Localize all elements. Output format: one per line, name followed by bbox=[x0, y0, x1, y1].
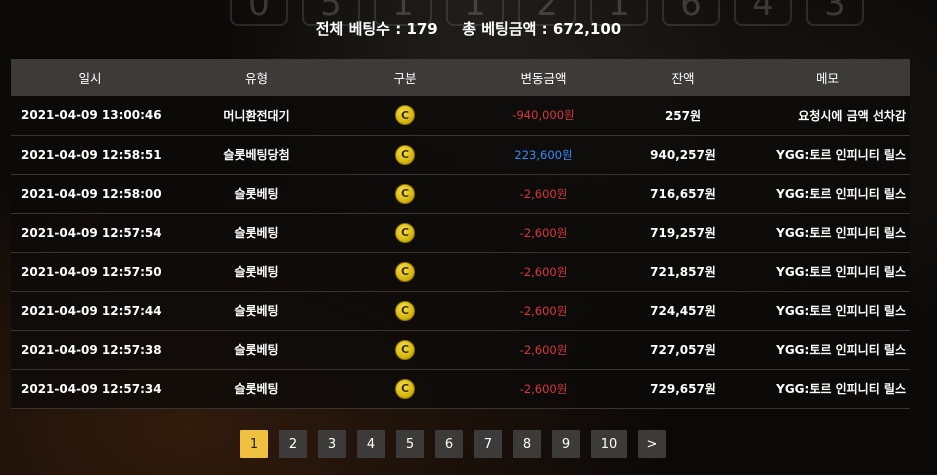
row-memo: YGG:토르 인피니티 릴스 bbox=[776, 343, 906, 357]
row-type: 슬롯베팅 bbox=[234, 304, 279, 318]
row-amount: -2,600원 bbox=[519, 225, 568, 240]
row-balance: 940,257원 bbox=[650, 148, 716, 162]
money-history-table: 일시 유형 구분 변동금액 잔액 메모 2021-04-09 13:00:46 … bbox=[11, 59, 910, 409]
table-header-row: 일시 유형 구분 변동금액 잔액 메모 bbox=[11, 59, 910, 96]
row-memo: YGG:토르 인피니티 릴스 bbox=[776, 265, 906, 279]
coin-icon: C bbox=[395, 261, 415, 282]
table-row: 2021-04-09 12:57:38 슬롯베팅 C -2,600원 727,0… bbox=[11, 330, 910, 369]
next-page-button[interactable]: > bbox=[638, 430, 666, 458]
row-datetime: 2021-04-09 12:58:51 bbox=[21, 147, 162, 162]
page-button-9[interactable]: 9 bbox=[552, 430, 580, 458]
row-type: 슬롯베팅 bbox=[234, 226, 279, 240]
table-row: 2021-04-09 12:58:51 슬롯베팅당첨 C 223,600원 94… bbox=[11, 135, 910, 174]
row-amount: -940,000원 bbox=[512, 108, 575, 123]
coin-icon: C bbox=[395, 339, 415, 360]
header-type: 유형 bbox=[244, 71, 268, 86]
page-button-3[interactable]: 3 bbox=[318, 430, 346, 458]
coin-icon: C bbox=[395, 144, 415, 165]
row-category: C bbox=[344, 135, 466, 174]
row-memo: YGG:토르 인피니티 릴스 bbox=[776, 382, 906, 396]
betting-summary: 전체 베팅수 : 179 총 베팅금액 : 672,100 bbox=[0, 18, 937, 39]
row-amount: -2,600원 bbox=[519, 342, 568, 357]
row-datetime: 2021-04-09 12:57:38 bbox=[21, 342, 162, 357]
coin-icon: C bbox=[395, 183, 415, 204]
row-type: 머니환전대기 bbox=[223, 108, 290, 123]
row-category: C bbox=[344, 96, 466, 135]
row-memo: YGG:토르 인피니티 릴스 bbox=[776, 187, 906, 201]
row-category: C bbox=[344, 330, 466, 369]
page-button-1[interactable]: 1 bbox=[240, 430, 268, 458]
bet-count-label: 전체 베팅수 : bbox=[315, 20, 402, 38]
bet-total-label: 총 베팅금액 : bbox=[462, 20, 548, 38]
coin-icon: C bbox=[395, 105, 415, 126]
row-category: C bbox=[344, 174, 466, 213]
header-datetime: 일시 bbox=[78, 71, 102, 86]
row-balance: 724,457원 bbox=[650, 304, 716, 318]
row-memo: YGG:토르 인피니티 릴스 bbox=[776, 148, 906, 162]
coin-icon: C bbox=[395, 378, 415, 399]
header-amount-change: 변동금액 bbox=[520, 71, 567, 86]
table-row: 2021-04-09 12:57:54 슬롯베팅 C -2,600원 719,2… bbox=[11, 213, 910, 252]
row-type: 슬롯베팅당첨 bbox=[223, 148, 290, 162]
row-datetime: 2021-04-09 13:00:46 bbox=[21, 108, 162, 123]
header-balance: 잔액 bbox=[671, 71, 695, 86]
row-category: C bbox=[344, 291, 466, 330]
row-memo: 요청시에 금액 선차감 bbox=[798, 108, 906, 123]
page-button-4[interactable]: 4 bbox=[357, 430, 385, 458]
row-datetime: 2021-04-09 12:57:34 bbox=[21, 381, 162, 396]
header-category: 구분 bbox=[393, 71, 417, 86]
row-category: C bbox=[344, 369, 466, 408]
header-memo: 메모 bbox=[815, 71, 839, 86]
table-row: 2021-04-09 12:57:50 슬롯베팅 C -2,600원 721,8… bbox=[11, 252, 910, 291]
page-button-5[interactable]: 5 bbox=[396, 430, 424, 458]
table-row: 2021-04-09 13:00:46 머니환전대기 C -940,000원 2… bbox=[11, 96, 910, 135]
row-amount: -2,600원 bbox=[519, 303, 568, 318]
row-balance: 729,657원 bbox=[650, 382, 716, 396]
table-row: 2021-04-09 12:57:44 슬롯베팅 C -2,600원 724,4… bbox=[11, 291, 910, 330]
bet-count-value: 179 bbox=[406, 20, 438, 38]
row-amount: -2,600원 bbox=[519, 264, 568, 279]
table-row: 2021-04-09 12:58:00 슬롯베팅 C -2,600원 716,6… bbox=[11, 174, 910, 213]
row-category: C bbox=[344, 252, 466, 291]
row-type: 슬롯베팅 bbox=[234, 265, 279, 279]
pagination: 1 2 3 4 5 6 7 8 9 10 > bbox=[240, 430, 666, 458]
page-button-10[interactable]: 10 bbox=[591, 430, 627, 458]
row-balance: 257원 bbox=[664, 108, 702, 123]
row-balance: 716,657원 bbox=[650, 187, 716, 201]
row-amount: 223,600원 bbox=[514, 147, 573, 162]
row-datetime: 2021-04-09 12:57:54 bbox=[21, 225, 162, 240]
row-type: 슬롯베팅 bbox=[234, 382, 279, 396]
coin-icon: C bbox=[395, 222, 415, 243]
row-memo: YGG:토르 인피니티 릴스 bbox=[776, 304, 906, 318]
row-amount: -2,600원 bbox=[519, 381, 568, 396]
row-balance: 721,857원 bbox=[650, 265, 716, 279]
coin-icon: C bbox=[395, 300, 415, 321]
row-balance: 719,257원 bbox=[650, 226, 716, 240]
row-datetime: 2021-04-09 12:57:44 bbox=[21, 303, 162, 318]
row-memo: YGG:토르 인피니티 릴스 bbox=[776, 226, 906, 240]
page-button-2[interactable]: 2 bbox=[279, 430, 307, 458]
row-type: 슬롯베팅 bbox=[234, 343, 279, 357]
row-balance: 727,057원 bbox=[650, 343, 716, 357]
table-row: 2021-04-09 12:57:34 슬롯베팅 C -2,600원 729,6… bbox=[11, 369, 910, 408]
page-button-8[interactable]: 8 bbox=[513, 430, 541, 458]
bet-total-value: 672,100 bbox=[552, 20, 622, 38]
row-datetime: 2021-04-09 12:58:00 bbox=[21, 186, 162, 201]
row-amount: -2,600원 bbox=[519, 186, 568, 201]
row-category: C bbox=[344, 213, 466, 252]
row-type: 슬롯베팅 bbox=[234, 187, 279, 201]
page-button-7[interactable]: 7 bbox=[474, 430, 502, 458]
page-button-6[interactable]: 6 bbox=[435, 430, 463, 458]
row-datetime: 2021-04-09 12:57:50 bbox=[21, 264, 162, 279]
